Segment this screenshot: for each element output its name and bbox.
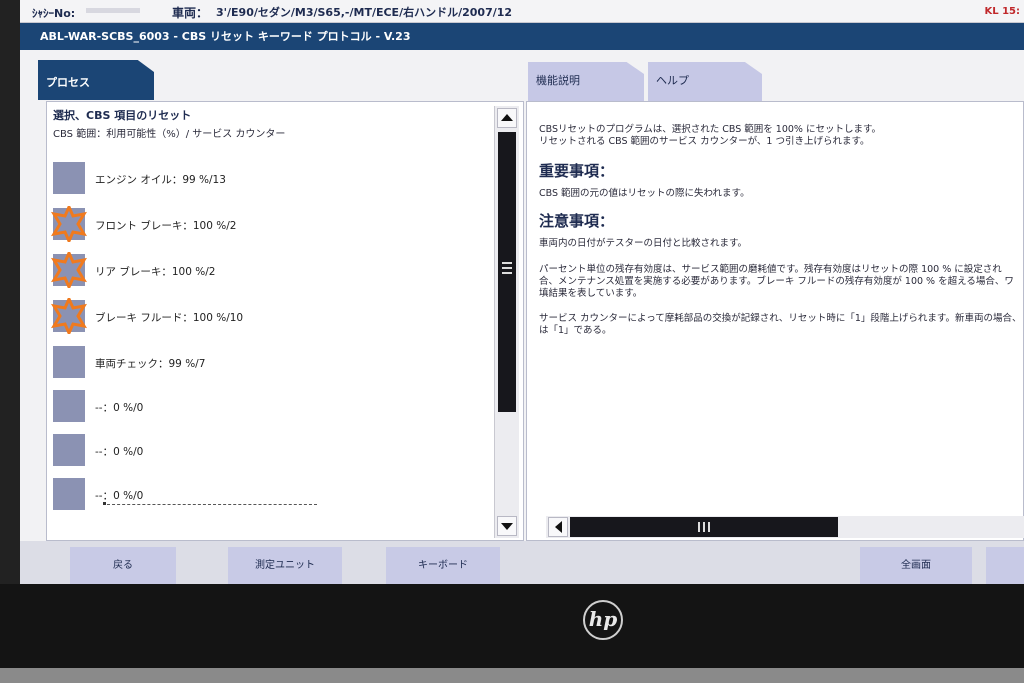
cbs-item-label: リア ブレーキ：100 %/2 xyxy=(95,266,216,278)
terminal-status: KL 15: xyxy=(984,6,1020,17)
extra-button[interactable] xyxy=(986,547,1024,584)
right-horizontal-scrollbar[interactable] xyxy=(546,516,1024,538)
cbs-item-empty[interactable]: --：0 %/0 xyxy=(53,390,493,424)
scroll-up-button[interactable] xyxy=(497,108,517,128)
scroll-left-button[interactable] xyxy=(548,517,568,537)
scroll-down-button[interactable] xyxy=(497,516,517,536)
measurement-unit-button[interactable]: 測定ユニット xyxy=(228,547,342,584)
cbs-status-square-icon xyxy=(53,478,85,510)
fullscreen-button[interactable]: 全画面 xyxy=(860,547,972,584)
laptop-bezel-left xyxy=(0,0,22,683)
dashed-separator xyxy=(107,504,317,505)
reset-star-icon xyxy=(51,252,87,288)
cbs-item-label: フロント ブレーキ：100 %/2 xyxy=(95,220,237,232)
vin-value-redacted xyxy=(86,8,140,13)
vehicle-value: 3'/E90/セダン/M3/S65,-/MT/ECE/右ハンドル/2007/12 xyxy=(216,6,513,19)
tab-help[interactable]: ヘルプ xyxy=(648,62,762,102)
note-line-3a: サービス カウンターによって摩耗部品の交換が記録され、リセット時に「1」段階上げ… xyxy=(539,313,1022,324)
panel-heading: 選択、CBS 項目のリセット xyxy=(53,109,192,122)
cbs-item-label: エンジン オイル：99 %/13 xyxy=(95,174,226,186)
note-line-3b: は「1」である。 xyxy=(539,325,612,336)
keyboard-button[interactable]: キーボード xyxy=(386,547,500,584)
vehicle-info-bar: ｼｬｼｰNo: 車両： 3'/E90/セダン/M3/S65,-/MT/ECE/右… xyxy=(20,0,1024,23)
cbs-item-label: --：0 %/0 xyxy=(95,446,144,458)
vin-label: ｼｬｼｰNo: xyxy=(32,7,76,20)
screen: ｼｬｼｰNo: 車両： 3'/E90/セダン/M3/S65,-/MT/ECE/右… xyxy=(20,0,1024,584)
cbs-status-square-icon xyxy=(53,390,85,422)
tab-function-description[interactable]: 機能説明 xyxy=(528,62,644,102)
bottom-toolbar: 戻る 測定ユニット キーボード 全画面 xyxy=(20,541,1024,584)
reset-star-icon xyxy=(51,206,87,242)
grip-icon xyxy=(502,262,512,274)
panel-subheading: CBS 範囲：利用可能性（%）/ サービス カウンター xyxy=(53,129,286,140)
hp-logo: hp xyxy=(583,600,623,640)
desk-surface xyxy=(0,668,1024,683)
note-line-2a: パーセント単位の残存有効度は、サービス範囲の磨耗値です。残存有効度はリセットの際… xyxy=(539,264,1002,275)
arrow-down-icon xyxy=(501,523,513,530)
note-line-2b: 合、メンテナンス処置を実施する必要があります。ブレーキ フルードの残存有効度が … xyxy=(539,276,1014,287)
cbs-item-label: 車両チェック：99 %/7 xyxy=(95,358,206,370)
cbs-item-label: --：0 %/0 xyxy=(95,490,144,502)
process-panel: 選択、CBS 項目のリセット CBS 範囲：利用可能性（%）/ サービス カウン… xyxy=(46,101,524,541)
vehicle-label: 車両： xyxy=(172,6,209,20)
back-button[interactable]: 戻る xyxy=(70,547,176,584)
cbs-status-square-icon xyxy=(53,162,85,194)
help-intro-line-1: CBSリセットのプログラムは、選択された CBS 範囲を 100% にセットしま… xyxy=(539,124,882,135)
note-line-1: 車両内の日付がテスターの日付と比較されます。 xyxy=(539,238,748,249)
cbs-item-label: ブレーキ フルード：100 %/10 xyxy=(95,312,244,324)
grip-icon xyxy=(698,522,710,532)
cbs-status-square-icon xyxy=(53,434,85,466)
cbs-item-front-brake[interactable]: フロント ブレーキ：100 %/2 xyxy=(51,206,493,242)
cbs-item-engine-oil[interactable]: エンジン オイル：99 %/13 xyxy=(53,162,493,196)
cbs-status-square-icon xyxy=(53,346,85,378)
help-intro-line-2: リセットされる CBS 範囲のサービス カウンターが、1 つ引き上げられます。 xyxy=(539,136,870,147)
list-bullet xyxy=(103,502,106,505)
arrow-left-icon xyxy=(555,521,562,533)
scroll-thumb[interactable] xyxy=(570,517,838,537)
note-line-2c: 填結果を表しています。 xyxy=(539,288,643,299)
important-heading: 重要事項： xyxy=(539,162,615,180)
help-panel: CBSリセットのプログラムは、選択された CBS 範囲を 100% にセットしま… xyxy=(526,101,1024,541)
cbs-item-rear-brake[interactable]: リア ブレーキ：100 %/2 xyxy=(51,252,493,288)
cbs-item-empty[interactable]: --：0 %/0 xyxy=(53,478,493,512)
important-text: CBS 範囲の元の値はリセットの際に失われます。 xyxy=(539,188,750,199)
cbs-item-empty[interactable]: --：0 %/0 xyxy=(53,434,493,468)
window-title: ABL-WAR-SCBS_6003 - CBS リセット キーワード プロトコル… xyxy=(20,23,1024,50)
cbs-item-label: --：0 %/0 xyxy=(95,402,144,414)
reset-star-icon xyxy=(51,298,87,334)
left-vertical-scrollbar[interactable] xyxy=(494,106,519,538)
note-heading: 注意事項： xyxy=(539,212,615,230)
cbs-item-vehicle-check[interactable]: 車両チェック：99 %/7 xyxy=(53,346,493,380)
cbs-item-brake-fluid[interactable]: ブレーキ フルード：100 %/10 xyxy=(51,298,493,334)
tab-process[interactable]: プロセス xyxy=(38,60,154,100)
scroll-thumb[interactable] xyxy=(498,132,516,412)
arrow-up-icon xyxy=(501,114,513,121)
